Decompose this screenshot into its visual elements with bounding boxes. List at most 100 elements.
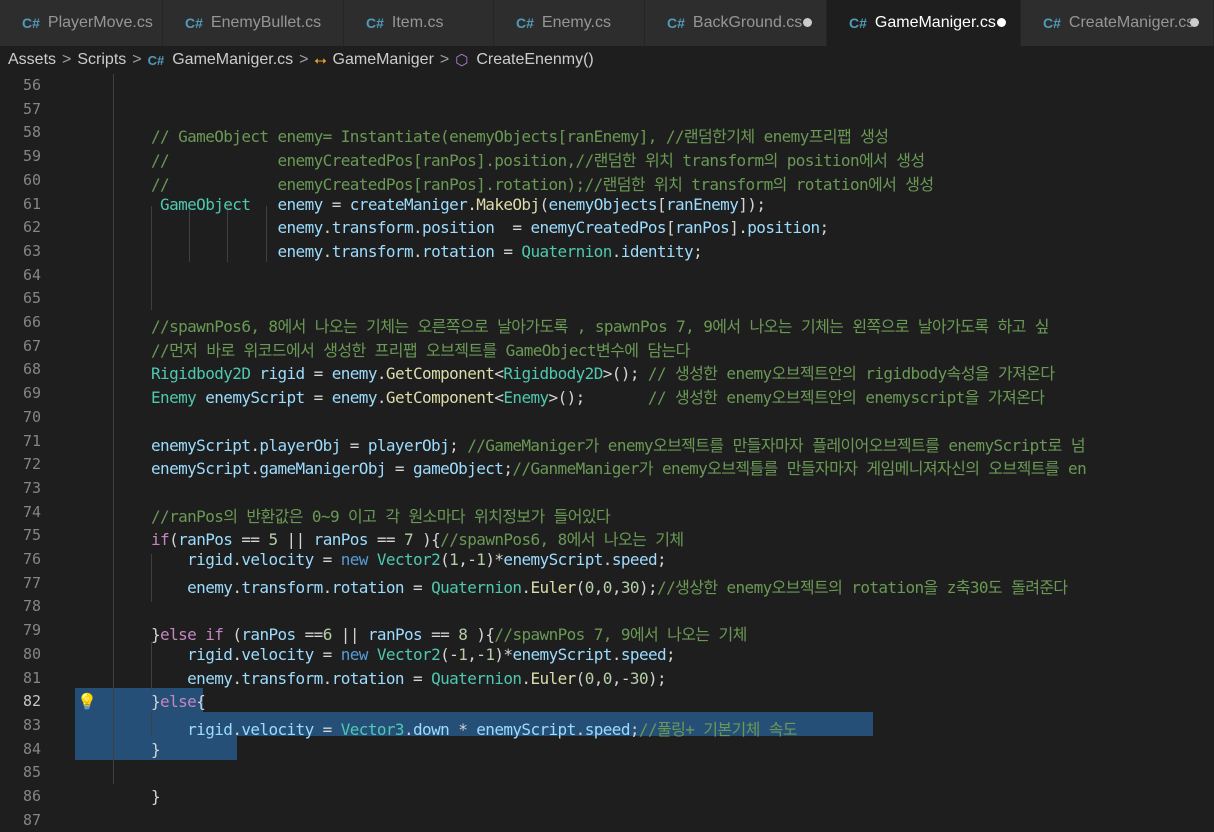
line-number: 67 xyxy=(22,337,41,355)
tab-label: BackGround.cs xyxy=(692,14,803,31)
code-editor[interactable]: 56 57 58// GameObject enemy= Instantiate(e… xyxy=(0,74,1214,832)
code-text: enemy.transform.position = enemyCreatedP… xyxy=(151,218,829,237)
csharp-file-icon: C# xyxy=(147,52,165,68)
line-number: 86 xyxy=(22,787,41,805)
line-number: 56 xyxy=(22,76,41,94)
code-text: }else if (ranPos ==6 || ranPos == 8 ){//… xyxy=(151,621,747,645)
code-token: || xyxy=(277,530,314,549)
line-number: 60 xyxy=(22,171,41,189)
breadcrumb-scripts[interactable]: Scripts xyxy=(77,51,126,69)
code-token: ){ xyxy=(413,530,441,549)
code-token: ; xyxy=(693,242,703,261)
code-token: enemy xyxy=(277,195,323,214)
code-line: 61 GameObject enemy = createManiger.Make… xyxy=(0,193,1214,217)
line-number: 68 xyxy=(22,360,41,378)
code-token: position xyxy=(422,218,495,237)
tab-background-cs[interactable]: C# BackGround.cs xyxy=(645,0,827,46)
code-line: 78 xyxy=(0,595,1214,619)
code-token: velocity xyxy=(241,720,314,739)
code-token: = xyxy=(494,242,522,261)
tab-label: GameManiger.cs xyxy=(874,14,996,31)
csharp-file-icon: C# xyxy=(185,15,203,31)
code-token: Vector2 xyxy=(376,645,441,664)
code-token: ]. xyxy=(729,218,748,237)
code-token: enemy xyxy=(277,218,323,237)
code-token: = xyxy=(304,364,332,383)
code-token: ; xyxy=(657,550,667,569)
code-token: ){ xyxy=(467,625,495,644)
code-token: GetComponent xyxy=(385,364,495,383)
code-token: . xyxy=(467,195,477,214)
code-token: // 생성한 enemy오브젝트안의 rigidbody속성을 가져온다 xyxy=(647,364,1055,383)
code-token: . xyxy=(232,645,242,664)
breadcrumb: Assets > Scripts > C# GameManiger.cs > ⭤… xyxy=(0,46,1214,74)
tab-item-cs[interactable]: C# Item.cs xyxy=(344,0,494,46)
code-line: 63 enemy.transform.rotation = Quaternion… xyxy=(0,240,1214,264)
code-token: rotation xyxy=(422,242,495,261)
breadcrumb-file[interactable]: GameManiger.cs xyxy=(172,51,293,69)
tab-label: EnemyBullet.cs xyxy=(210,14,322,31)
code-text: } xyxy=(151,787,161,806)
tab-enemy-cs[interactable]: C# Enemy.cs xyxy=(494,0,645,46)
code-token: [ xyxy=(665,218,676,237)
code-token: >(); xyxy=(602,364,648,383)
code-token: rotation xyxy=(331,669,405,688)
breadcrumb-assets[interactable]: Assets xyxy=(8,51,56,69)
code-token: } xyxy=(151,787,161,806)
tab-enemybullet-cs[interactable]: C# EnemyBullet.cs xyxy=(163,0,344,46)
code-token: Euler xyxy=(530,669,576,688)
code-token: == xyxy=(232,530,269,549)
lightbulb-icon[interactable]: 💡 xyxy=(77,692,97,711)
code-token: // enemyCreatedPos[ranPos].rotation);//랜… xyxy=(151,175,934,194)
code-token: speed xyxy=(611,550,658,569)
code-token: ranPos xyxy=(674,218,730,237)
csharp-file-icon: C# xyxy=(1043,15,1061,31)
code-token: ; xyxy=(666,645,676,664)
code-token: = xyxy=(385,459,413,478)
tab-playermove-cs[interactable]: C# PlayerMove.cs xyxy=(0,0,163,46)
code-line: 60 // enemyCreatedPos[ranPos].rotation);/… xyxy=(0,169,1214,195)
line-number: 71 xyxy=(22,432,41,450)
breadcrumb-class[interactable]: GameManiger xyxy=(333,51,434,69)
code-token: ranEnemy xyxy=(665,195,739,214)
code-line: 70 xyxy=(0,406,1214,430)
code-token: gameManigerObj xyxy=(259,459,386,478)
code-token: else xyxy=(160,692,197,711)
code-line: 66 //spawnPos6, 8에서 나오는 기체는 오른쪽으로 날아가도록 ,… xyxy=(0,311,1214,336)
code-token: (- xyxy=(440,645,459,664)
code-token: enemy xyxy=(187,669,233,688)
code-token: enemyObjects xyxy=(548,195,658,214)
unsaved-dot-icon[interactable] xyxy=(803,18,812,27)
code-token: ); xyxy=(647,669,667,688)
code-token: // enemyCreatedPos[ranPos].position,//랜덤… xyxy=(151,151,925,170)
code-line: 74//ranPos의 반환값은 0~9 이고 각 원소마다 위치정보가 들어있… xyxy=(0,501,1214,526)
tab-createmaniger-cs[interactable]: C# CreateManiger.cs xyxy=(1021,0,1214,46)
code-token: ranPos xyxy=(313,530,369,549)
code-text: // enemyCreatedPos[ranPos].rotation);//랜… xyxy=(151,171,934,195)
code-token: ,- xyxy=(458,550,477,569)
code-token: enemyScript xyxy=(205,388,305,407)
unsaved-dot-icon[interactable] xyxy=(1190,18,1199,27)
code-token: 1 xyxy=(476,550,486,569)
tab-label: Item.cs xyxy=(391,14,444,31)
code-token: //spawnPos 7, 9에서 나오는 기체 xyxy=(494,625,747,644)
breadcrumb-method[interactable]: CreateEnenmy() xyxy=(476,51,593,69)
code-text: } xyxy=(151,740,161,759)
code-text: GameObject enemy = createManiger.MakeObj… xyxy=(151,195,766,214)
code-text: enemy.transform.rotation = Quaternion.Eu… xyxy=(151,669,667,688)
code-token: gameObject xyxy=(413,459,504,478)
unsaved-dot-icon[interactable] xyxy=(997,18,1006,27)
code-token: velocity xyxy=(241,645,314,664)
code-line: 72 enemyScript.gameManigerObj = gameObjec… xyxy=(0,453,1214,478)
line-number: 73 xyxy=(22,479,41,497)
code-token: ]); xyxy=(738,195,766,214)
code-line: 58 // GameObject enemy= Instantiate(enemy… xyxy=(0,121,1214,146)
code-token: MakeObj xyxy=(476,195,540,214)
code-token: ,- xyxy=(467,645,486,664)
line-number: 84 xyxy=(22,740,41,758)
code-token: position xyxy=(747,218,820,237)
tab-gamemaniger-cs[interactable]: C# GameManiger.cs xyxy=(827,0,1021,46)
